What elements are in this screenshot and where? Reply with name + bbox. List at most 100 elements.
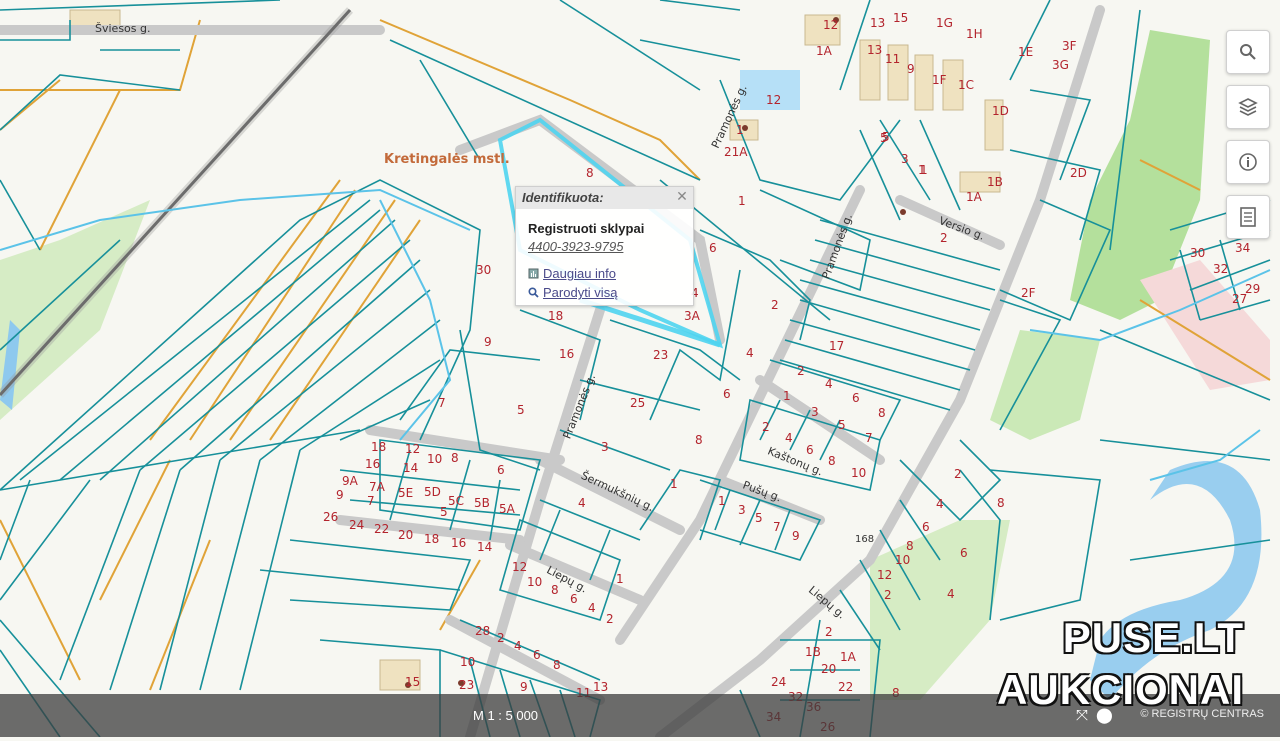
parcel-label: 1 (616, 572, 624, 586)
parcel-label: 22 (838, 680, 854, 694)
parcel-label: 29 (1245, 282, 1261, 296)
parcel-label: 23 (653, 348, 669, 362)
parcel-label: 3F (1062, 39, 1077, 53)
search-button[interactable] (1226, 30, 1270, 74)
parcel-label: 4 (947, 587, 955, 601)
parcel-label: 13 (867, 43, 883, 57)
street-label: Šviesos g. (95, 22, 151, 35)
parcel-label: 18 (424, 532, 440, 546)
parcel-label: 16 (559, 347, 575, 361)
parcel-label: 8 (906, 539, 914, 553)
parcel-label: 2 (954, 467, 962, 481)
info-icon (1239, 153, 1257, 171)
document-icon (1240, 207, 1256, 227)
parcel-label: 7A (369, 480, 385, 494)
parcel-label: 6 (723, 387, 731, 401)
parcel-label: 24 (349, 518, 365, 532)
parcel-label: 5C (448, 494, 465, 508)
parcel-label: 34 (1235, 241, 1251, 255)
map-scale: M 1 : 5 000 (473, 708, 539, 723)
parcel-label: 5D (424, 485, 441, 499)
parcel-label: 4 (588, 601, 596, 615)
info-button[interactable] (1226, 140, 1270, 184)
parcel-label: 8 (551, 583, 559, 597)
parcel-label: 8 (878, 406, 886, 420)
watermark: PUSE.LT AUKCIONAI (997, 612, 1244, 716)
parcel-label: 3G (1052, 58, 1069, 72)
parcel-label: 2 (884, 588, 892, 602)
parcel-label: 9A (342, 474, 358, 488)
popup-parcel-id[interactable]: 4400-3923-9795 (528, 239, 623, 254)
parcel-label: 30 (1190, 246, 1206, 260)
parcel-label: 1 (718, 494, 726, 508)
parcel-label: 30 (476, 263, 492, 277)
parcel-label: 9 (907, 62, 915, 76)
parcel-label: 4 (785, 431, 793, 445)
layers-button[interactable] (1226, 85, 1270, 129)
parcel-label: 2 (497, 631, 505, 645)
parcel-label: 2 (762, 420, 770, 434)
parcel-label: 5A (499, 502, 515, 516)
place-name: Kretingalės mstl. (384, 152, 510, 167)
parcel-label: 7 (773, 520, 781, 534)
parcel-label: 6 (960, 546, 968, 560)
legend-button[interactable] (1226, 195, 1270, 239)
parcel-label: 4 (825, 377, 833, 391)
parcel-label: 7 (367, 494, 375, 508)
parcel-label: 12 (766, 93, 782, 107)
parcel-label: 1A (840, 650, 856, 664)
parcel-label: 18 (371, 440, 387, 454)
parcel-label: 1G (936, 16, 953, 30)
more-info-link[interactable]: Daugiau info (528, 266, 616, 281)
parcel-label: 1 (736, 123, 744, 137)
road-number: 168 (855, 534, 875, 545)
parcel-label: 9 (520, 680, 528, 694)
parcel-label: 1D (992, 104, 1009, 118)
parcel-label: 12 (823, 18, 839, 32)
parcel-label: 1H (966, 27, 983, 41)
parcel-label: 13 (870, 16, 886, 30)
parcel-label: 2 (771, 298, 779, 312)
watermark-line1: PUSE.LT (1062, 614, 1244, 661)
parcel-label: 4 (746, 346, 754, 360)
parcel-label: 10 (895, 553, 911, 567)
parcel-label: 5 (440, 505, 448, 519)
parcel-label: 8 (828, 454, 836, 468)
close-icon[interactable]: ✕ (675, 189, 689, 203)
parcel-label: 1A (966, 190, 982, 204)
report-icon (528, 267, 539, 279)
parcel-label: 2 (606, 612, 614, 626)
show-all-link[interactable]: Parodyti visą (528, 285, 617, 300)
more-info-label: Daugiau info (543, 266, 616, 281)
parcel-label: 1B (805, 645, 821, 659)
parcel-label: 16 (451, 536, 467, 550)
parcel-label: 9 (484, 335, 492, 349)
parcel-label: 1F (932, 73, 947, 87)
parcel-label: 10 (427, 452, 443, 466)
parcel-label: 14 (477, 540, 493, 554)
parcel-label: 1A (816, 44, 832, 58)
parcel-label: 2F (1021, 286, 1036, 300)
parcel-label: 28 (475, 624, 491, 638)
parcel-label: 15 (405, 675, 421, 689)
zoom-icon (528, 286, 539, 298)
parcel-label: 6 (806, 443, 814, 457)
parcel-label: 12 (405, 442, 421, 456)
parcel-label: 3 (811, 405, 819, 419)
parcel-label: 5 (517, 403, 525, 417)
parcel-label: 6 (533, 648, 541, 662)
parcel-label: 1 (738, 194, 746, 208)
parcel-label: 2D (1070, 166, 1087, 180)
parcel-label: 10 (527, 575, 543, 589)
parcel-label: 9 (336, 488, 344, 502)
show-all-label: Parodyti visą (543, 285, 618, 300)
parcel-label: 9 (792, 529, 800, 543)
parcel-label: 15 (893, 11, 909, 25)
parcel-label: 8 (451, 451, 459, 465)
parcel-label: 6 (709, 241, 717, 255)
parcel-label: 6 (922, 520, 930, 534)
parcel-label: 13 (593, 680, 609, 694)
parcel-label: 2 (940, 231, 948, 245)
popup-title: Identifikuota: (516, 187, 693, 209)
parcel-label: 23 (459, 678, 475, 692)
